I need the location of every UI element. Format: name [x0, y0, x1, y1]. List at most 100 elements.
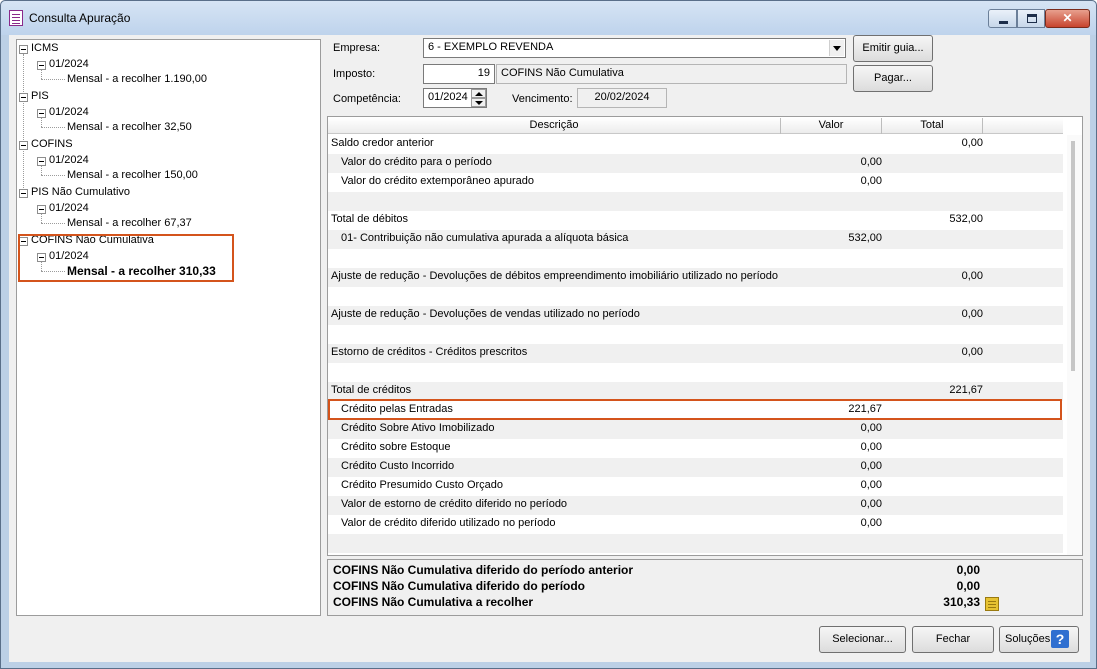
competencia-label: Competência: — [333, 93, 401, 105]
collapse-icon[interactable] — [37, 61, 46, 70]
cell-descricao: Total de débitos — [331, 213, 409, 225]
close-button[interactable]: ✕ — [1045, 9, 1090, 28]
cell-descricao: Saldo credor anterior — [331, 137, 434, 149]
cell-total: 0,00 — [961, 270, 983, 282]
summary-label: COFINS Não Cumulativa diferido do períod… — [333, 563, 634, 577]
collapse-icon[interactable] — [37, 205, 46, 214]
collapse-icon[interactable] — [19, 141, 28, 150]
chevron-down-icon[interactable] — [829, 40, 844, 56]
tree-connector — [41, 118, 42, 127]
maximize-button[interactable] — [1017, 9, 1045, 28]
table-row[interactable]: Valor do crédito extemporâneo apurado 0,0… — [328, 173, 1063, 192]
grid-header: Descrição Valor Total — [328, 118, 1063, 134]
spin-up-icon[interactable] — [471, 89, 486, 98]
table-row[interactable] — [328, 192, 1063, 211]
table-row[interactable]: Ajuste de redução - Devoluções de débito… — [328, 268, 1063, 287]
table-row[interactable] — [328, 534, 1063, 553]
summary-row: COFINS Não Cumulativa a recolher — [333, 595, 533, 611]
cell-valor: 0,00 — [860, 156, 882, 168]
coins-icon[interactable] — [985, 597, 999, 611]
table-row[interactable] — [328, 363, 1063, 382]
minimize-button[interactable] — [988, 9, 1017, 28]
table-row[interactable]: 01- Contribuição não cumulativa apurada … — [328, 230, 1063, 249]
table-row[interactable]: Valor de estorno de crédito diferido no … — [328, 496, 1063, 515]
summary-value: 0,00 — [956, 579, 980, 593]
cell-descricao: Crédito Custo Incorrido — [341, 460, 455, 472]
collapse-icon[interactable] — [37, 157, 46, 166]
empresa-value: 6 - EXEMPLO REVENDA — [428, 41, 554, 53]
tree-connector — [41, 175, 65, 176]
tree-connector — [41, 214, 42, 223]
cell-valor: 532,00 — [848, 232, 882, 244]
cell-descricao: Ajuste de redução - Devoluções de vendas… — [331, 308, 640, 320]
empresa-select[interactable]: 6 - EXEMPLO REVENDA — [423, 38, 846, 58]
tree-connector — [41, 166, 42, 175]
summary-row: COFINS Não Cumulativa diferido do períod… — [333, 579, 585, 595]
summary-value-a-recolher: 310,33 — [943, 595, 980, 609]
cell-valor: 0,00 — [860, 422, 882, 434]
grid-highlight-box — [328, 399, 1062, 420]
collapse-icon[interactable] — [19, 189, 28, 198]
cell-valor: 0,00 — [860, 479, 882, 491]
cell-descricao: 01- Contribuição não cumulativa apurada … — [341, 232, 629, 244]
vencimento-label: Vencimento: — [512, 93, 573, 105]
cell-descricao: Ajuste de redução - Devoluções de débito… — [331, 270, 778, 282]
solucoes-button[interactable]: Soluções ? — [999, 626, 1079, 653]
table-row[interactable]: Crédito Custo Incorrido 0,00 — [328, 458, 1063, 477]
cell-total: 221,67 — [949, 384, 983, 396]
apuracao-grid[interactable]: Descrição Valor Total Saldo credor anter… — [327, 116, 1083, 556]
cell-descricao: Crédito Sobre Ativo Imobilizado — [341, 422, 495, 434]
tree-connector — [41, 79, 65, 80]
competencia-value: 01/2024 — [428, 91, 468, 103]
column-header-descricao[interactable]: Descrição — [328, 118, 781, 134]
help-icon: ? — [1051, 630, 1069, 648]
table-row[interactable] — [328, 287, 1063, 306]
selecionar-button[interactable]: Selecionar... — [819, 626, 906, 653]
table-row[interactable]: Valor de crédito diferido utilizado no p… — [328, 515, 1063, 534]
cell-valor: 0,00 — [860, 460, 882, 472]
summary-label: COFINS Não Cumulativa a recolher — [333, 595, 534, 609]
maximize-icon — [1027, 14, 1037, 23]
table-row[interactable]: Crédito Presumido Custo Orçado 0,00 — [328, 477, 1063, 496]
tree-connector — [41, 127, 65, 128]
emitir-guia-button[interactable]: Emitir guia... — [853, 35, 933, 62]
table-row[interactable] — [328, 325, 1063, 344]
vertical-scrollbar[interactable] — [1067, 135, 1082, 555]
cell-descricao: Valor do crédito extemporâneo apurado — [341, 175, 535, 187]
cell-valor: 0,00 — [860, 517, 882, 529]
fechar-button[interactable]: Fechar — [912, 626, 994, 653]
pagar-button[interactable]: Pagar... — [853, 65, 933, 92]
solucoes-label: Soluções — [1005, 633, 1051, 645]
summary-row: COFINS Não Cumulativa diferido do períod… — [333, 563, 633, 579]
table-row[interactable]: Ajuste de redução - Devoluções de vendas… — [328, 306, 1063, 325]
table-row[interactable]: Valor do crédito para o período 0,00 — [328, 154, 1063, 173]
apuracao-tree[interactable]: ICMS 01/2024 Mensal - a recolher 1.190,0… — [16, 39, 321, 616]
column-header-total[interactable]: Total — [882, 118, 983, 134]
table-row[interactable]: Total de débitos 532,00 — [328, 211, 1063, 230]
consulta-apuracao-window: Consulta Apuração ✕ ICMS 01/2024 Mensal … — [0, 0, 1097, 669]
window-client: ICMS 01/2024 Mensal - a recolher 1.190,0… — [9, 35, 1090, 662]
cell-total: 532,00 — [949, 213, 983, 225]
table-row[interactable]: Saldo credor anterior 0,00 — [328, 135, 1063, 154]
scroll-thumb[interactable] — [1071, 141, 1075, 371]
imposto-label: Imposto: — [333, 68, 376, 80]
cell-valor: 0,00 — [860, 498, 882, 510]
collapse-icon[interactable] — [19, 93, 28, 102]
column-header-valor[interactable]: Valor — [781, 118, 882, 134]
collapse-icon[interactable] — [19, 45, 28, 54]
imposto-code-input[interactable]: 19 — [423, 64, 495, 84]
cell-descricao: Crédito sobre Estoque — [341, 441, 451, 453]
table-row[interactable]: Crédito sobre Estoque 0,00 — [328, 439, 1063, 458]
tree-highlight-box — [18, 234, 234, 282]
cell-valor: 0,00 — [860, 175, 882, 187]
empresa-label: Empresa: — [333, 42, 381, 54]
document-icon — [9, 10, 23, 26]
title-bar[interactable]: Consulta Apuração ✕ — [1, 1, 1096, 35]
table-row[interactable]: Crédito Sobre Ativo Imobilizado 0,00 — [328, 420, 1063, 439]
table-row[interactable]: Estorno de créditos - Créditos prescrito… — [328, 344, 1063, 363]
cell-descricao: Crédito Presumido Custo Orçado — [341, 479, 504, 491]
table-row[interactable] — [328, 249, 1063, 268]
vencimento-field: 20/02/2024 — [577, 88, 667, 108]
spin-down-icon[interactable] — [471, 98, 486, 107]
collapse-icon[interactable] — [37, 109, 46, 118]
